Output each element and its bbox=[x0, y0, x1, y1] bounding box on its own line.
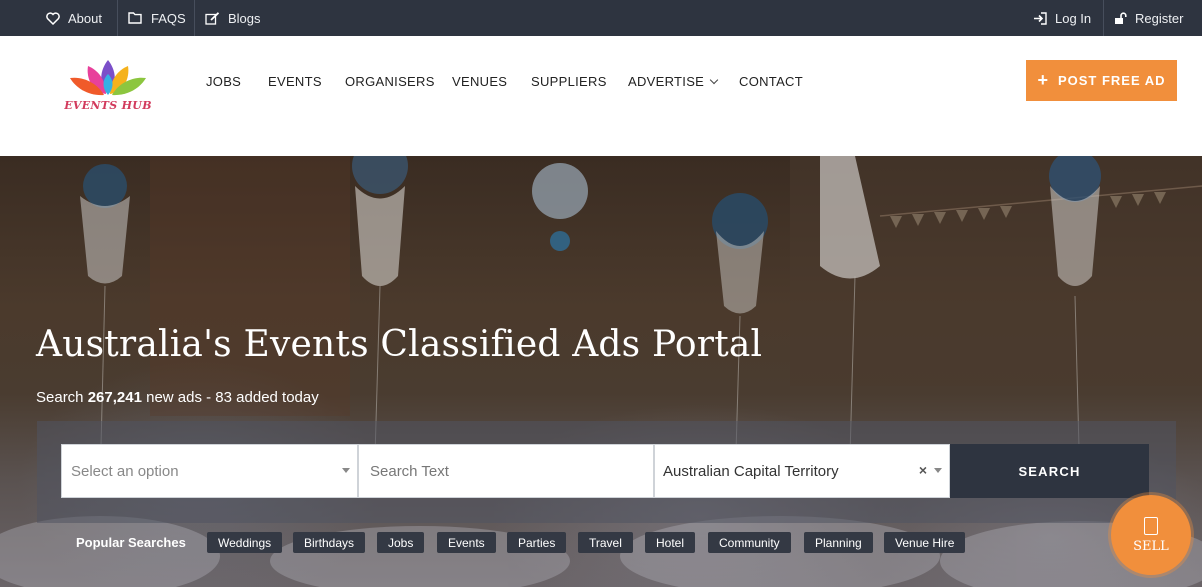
site-header: EVENTS HUB JOBS EVENTS ORGANISERS VENUES… bbox=[0, 36, 1202, 156]
blogs-label: Blogs bbox=[228, 10, 261, 26]
post-free-ad-label: POST FREE AD bbox=[1057, 73, 1166, 88]
register-label: Register bbox=[1135, 10, 1184, 26]
login-link[interactable]: Log In bbox=[1033, 0, 1091, 36]
nav-advertise-label: ADVERTISE bbox=[628, 74, 705, 89]
heart-icon bbox=[46, 11, 60, 25]
popular-searches-label: Popular Searches bbox=[76, 534, 186, 550]
clear-icon[interactable]: × bbox=[919, 462, 927, 478]
tag-travel[interactable]: Travel bbox=[578, 532, 633, 553]
post-free-ad-button[interactable]: + POST FREE AD bbox=[1026, 60, 1177, 101]
sub-prefix: Search bbox=[36, 389, 84, 406]
tag-jobs[interactable]: Jobs bbox=[377, 532, 425, 553]
divider bbox=[117, 0, 118, 36]
location-value: Australian Capital Territory bbox=[663, 462, 839, 480]
top-bar: About FAQS Blogs Log In Register bbox=[0, 0, 1202, 36]
sub-suffix: new ads - 83 added today bbox=[146, 389, 319, 406]
plus-icon: + bbox=[1037, 69, 1049, 90]
search-panel: Select an option Search Text Australian … bbox=[37, 421, 1176, 523]
nav-suppliers[interactable]: SUPPLIERS bbox=[531, 74, 607, 89]
hero-banner: Australia's Events Classified Ads Portal… bbox=[0, 156, 1202, 587]
nav-organisers[interactable]: ORGANISERS bbox=[345, 74, 435, 89]
location-select[interactable]: Australian Capital Territory × bbox=[654, 444, 950, 498]
faqs-label: FAQS bbox=[151, 10, 186, 26]
events-hub-logo[interactable]: EVENTS HUB bbox=[62, 58, 154, 122]
tag-birthdays[interactable]: Birthdays bbox=[293, 532, 366, 553]
caret-down-icon bbox=[342, 468, 350, 473]
edit-icon bbox=[205, 11, 220, 25]
tag-venue-hire[interactable]: Venue Hire bbox=[884, 532, 966, 553]
blogs-link[interactable]: Blogs bbox=[205, 0, 261, 36]
sell-label: SELL bbox=[1133, 538, 1169, 554]
sign-in-icon bbox=[1034, 11, 1047, 25]
about-label: About bbox=[68, 10, 102, 26]
nav-advertise[interactable]: ADVERTISE bbox=[628, 74, 719, 89]
chevron-down-icon bbox=[709, 75, 719, 85]
sell-button[interactable]: SELL bbox=[1111, 495, 1191, 575]
tag-community[interactable]: Community bbox=[708, 532, 791, 553]
search-text-input[interactable]: Search Text bbox=[358, 444, 654, 498]
tag-weddings[interactable]: Weddings bbox=[207, 532, 283, 553]
search-text-placeholder: Search Text bbox=[370, 462, 449, 480]
folder-icon bbox=[128, 12, 142, 24]
unlock-icon bbox=[1115, 11, 1127, 24]
faqs-link[interactable]: FAQS bbox=[128, 0, 186, 36]
logo-text: EVENTS HUB bbox=[64, 99, 152, 112]
ad-count: 267,241 bbox=[87, 389, 142, 406]
caret-down-icon bbox=[934, 468, 942, 473]
tag-events[interactable]: Events bbox=[437, 532, 496, 553]
divider bbox=[194, 0, 195, 36]
nav-events[interactable]: EVENTS bbox=[268, 74, 322, 89]
register-link[interactable]: Register bbox=[1114, 0, 1183, 36]
tag-parties[interactable]: Parties bbox=[507, 532, 567, 553]
login-label: Log In bbox=[1055, 10, 1092, 26]
search-button[interactable]: SEARCH bbox=[950, 444, 1149, 498]
nav-contact[interactable]: CONTACT bbox=[739, 74, 803, 89]
divider bbox=[1103, 0, 1104, 36]
nav-jobs[interactable]: JOBS bbox=[206, 74, 241, 89]
tag-hotel[interactable]: Hotel bbox=[645, 532, 696, 553]
nav-venues[interactable]: VENUES bbox=[452, 74, 507, 89]
hero-subtitle: Search 267,241 new ads - 83 added today bbox=[36, 389, 319, 406]
tag-planning[interactable]: Planning bbox=[804, 532, 873, 553]
category-placeholder: Select an option bbox=[71, 462, 179, 480]
phone-icon bbox=[1144, 516, 1158, 535]
lotus-logo-icon bbox=[70, 60, 146, 96]
category-select[interactable]: Select an option bbox=[61, 444, 358, 498]
hero-title: Australia's Events Classified Ads Portal bbox=[36, 324, 763, 365]
about-link[interactable]: About bbox=[46, 0, 102, 36]
